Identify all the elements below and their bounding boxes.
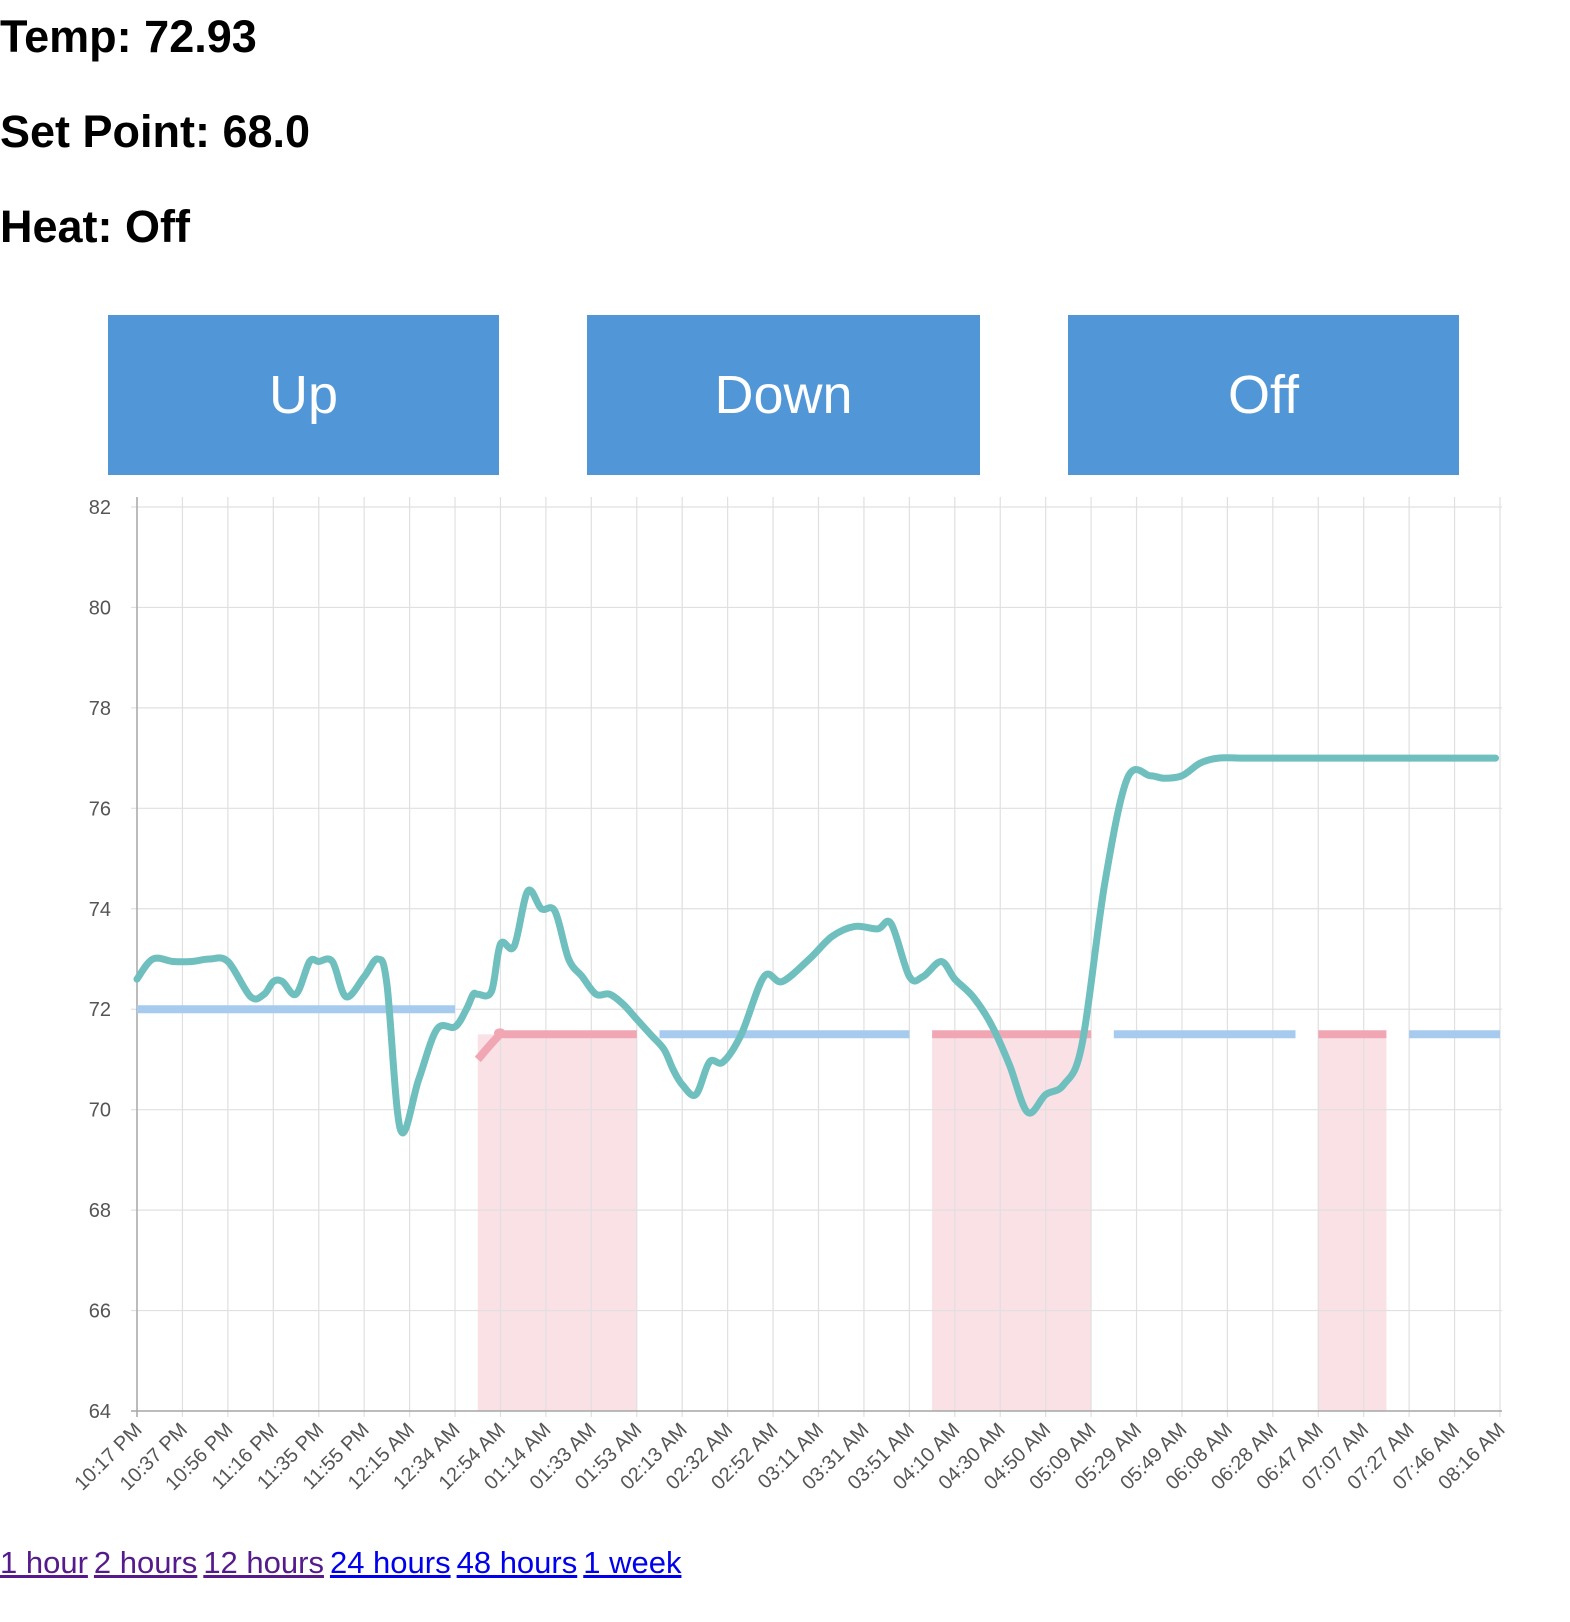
range-link[interactable]: 2 hours xyxy=(94,1545,197,1580)
y-tick-label: 74 xyxy=(89,899,111,921)
y-tick-label: 76 xyxy=(89,798,111,820)
y-tick-label: 70 xyxy=(89,1100,111,1122)
y-tick-label: 78 xyxy=(89,698,111,720)
y-tick-label: 68 xyxy=(89,1200,111,1222)
set-point-readout: Set Point: 68.0 xyxy=(0,106,311,157)
range-link[interactable]: 12 hours xyxy=(203,1545,324,1580)
temperature-series xyxy=(133,754,1499,1137)
down-button[interactable]: Down xyxy=(587,315,980,475)
temperature-readout: Temp: 72.93 xyxy=(0,11,257,62)
range-link[interactable]: 48 hours xyxy=(457,1545,578,1580)
heating-period xyxy=(477,1034,637,1411)
range-link[interactable]: 1 hour xyxy=(0,1545,88,1580)
y-tick-label: 80 xyxy=(89,597,111,619)
chart-axes xyxy=(131,497,1502,1417)
y-tick-label: 72 xyxy=(89,999,111,1021)
chart-grid xyxy=(131,497,1502,1417)
y-tick-label: 66 xyxy=(89,1301,111,1323)
heating-period xyxy=(1318,1034,1387,1411)
temperature-chart: 64 66 68 70 72 74 76 78 80 82 10:17 PM10:37 PM10:… xyxy=(70,497,1510,1495)
range-link[interactable]: 24 hours xyxy=(330,1545,451,1580)
heating-periods xyxy=(477,1034,1387,1411)
y-tick-label: 82 xyxy=(89,497,111,519)
heating-period xyxy=(932,1034,1092,1411)
temperature-line xyxy=(133,754,1499,1137)
y-tick-label: 64 xyxy=(89,1401,111,1423)
off-button[interactable]: Off xyxy=(1068,315,1459,475)
up-button[interactable]: Up xyxy=(108,315,499,475)
heat-status-readout: Heat: Off xyxy=(0,201,190,252)
x-axis-tick-labels: 10:17 PM10:37 PM10:56 PM11:16 PM11:35 PM… xyxy=(70,1419,1509,1495)
y-axis-tick-labels: 64 66 68 70 72 74 76 78 80 82 xyxy=(89,497,111,1423)
range-link[interactable]: 1 week xyxy=(583,1545,681,1580)
time-range-links: 1 hour 2 hours 12 hours 24 hours 48 hours 1 w… xyxy=(0,1545,687,1581)
